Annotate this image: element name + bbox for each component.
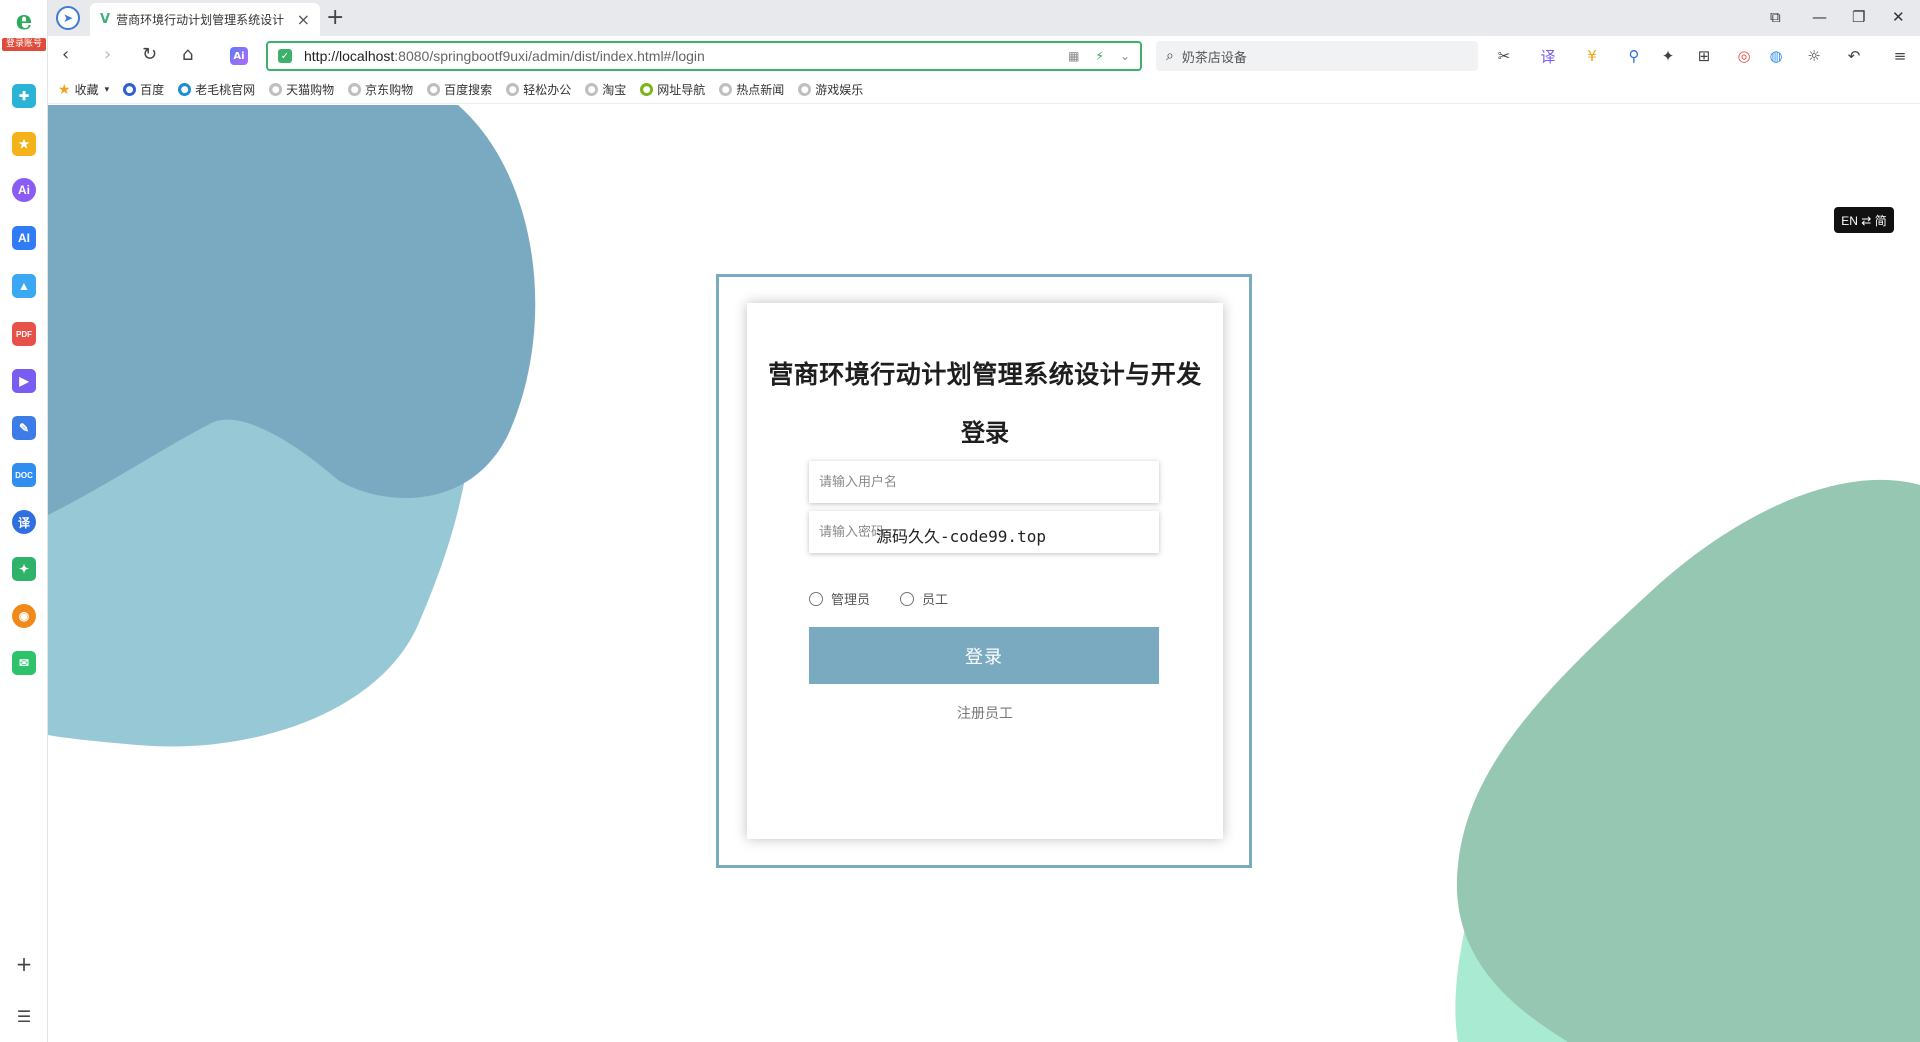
browser-menu-icon[interactable]: ≡ (1890, 46, 1910, 66)
radio-circle-icon (900, 591, 915, 606)
password-input[interactable] (809, 511, 1159, 553)
tab-title: 营商环境行动计划管理系统设计 (116, 13, 285, 27)
bookmark-favorites[interactable]: ★ 收藏 ▾ (58, 81, 109, 98)
new-tab-button[interactable]: + (326, 5, 344, 30)
baidu-icon: ● (123, 83, 137, 96)
address-toolbar: ‹ › ↻ ⌂ Ai ✓ http://localhost:8080/sprin… (48, 36, 1920, 76)
apps-grid-icon[interactable]: ⊞ (1694, 46, 1714, 66)
page-content: EN ⇄ 简 营商环境行动计划管理系统设计与开发 登录 源码久久-code99.… (48, 105, 1920, 1042)
theme-icon[interactable]: ☼ (1804, 46, 1824, 66)
sidebar-pdf-icon[interactable]: PDF (12, 322, 36, 346)
bookmark-item[interactable]: ● 百度搜索 (427, 81, 492, 98)
sidebar-video-icon[interactable]: ▶ (12, 369, 36, 393)
globe-icon: ● (269, 83, 283, 96)
speed-mode-icon[interactable]: ⚡ (1096, 49, 1104, 63)
globe-icon: ● (640, 83, 654, 96)
minimize-icon[interactable]: — (1812, 8, 1827, 26)
tab-close-icon[interactable]: × (297, 10, 310, 29)
globe-icon: ● (798, 83, 812, 96)
globe-icon: ● (585, 83, 599, 96)
tab-active[interactable]: V 营商环境行动计划管理系统设计 × (90, 3, 320, 36)
bookmark-item[interactable]: ● 热点新闻 (719, 81, 784, 98)
globe-icon: ● (506, 83, 520, 96)
sidebar-weibo-icon[interactable]: ◉ (12, 604, 36, 628)
bookmark-item[interactable]: ● 游戏娱乐 (798, 81, 863, 98)
system-title: 营商环境行动计划管理系统设计与开发 (768, 360, 1202, 389)
bookmark-item[interactable]: ● 天猫购物 (269, 81, 334, 98)
navigation-icon[interactable]: ➤ (56, 6, 80, 30)
undo-icon[interactable]: ↶ (1844, 46, 1864, 66)
sidebar-add-app-icon[interactable]: ✚ (12, 84, 36, 108)
sidebar-ai-icon[interactable]: Ai (12, 178, 36, 202)
login-button[interactable]: 登录 (809, 627, 1159, 684)
globe-icon: ● (427, 83, 441, 96)
browser-logo-icon: e (15, 6, 33, 36)
login-card: 营商环境行动计划管理系统设计与开发 登录 源码久久-code99.top 管理员… (747, 303, 1223, 839)
sidebar-doc-icon[interactable]: DOC (12, 463, 36, 487)
back-icon[interactable]: ‹ (62, 44, 69, 65)
restore-icon[interactable]: ❐ (1852, 8, 1865, 26)
bookmark-item[interactable]: ● 轻松办公 (506, 81, 571, 98)
globe-icon: ● (348, 83, 362, 96)
forward-icon[interactable]: › (104, 44, 111, 65)
username-input[interactable] (809, 461, 1159, 503)
chrome-ext-icon[interactable]: ◎ (1734, 46, 1754, 66)
title-bar: ➤ V 营商环境行动计划管理系统设计 × + ⧉ — ❐ ✕ (48, 0, 1920, 36)
sidebar-add-icon[interactable]: + (12, 952, 36, 976)
url-text[interactable]: http://localhost:8080/springbootf9uxi/ad… (304, 48, 1068, 64)
blob-green (1456, 479, 1920, 1042)
sidebar-translate-icon[interactable]: 译 (12, 510, 36, 534)
qr-code-icon[interactable]: ▦ (1068, 49, 1079, 63)
register-staff-link[interactable]: 注册员工 (747, 703, 1223, 723)
bookmark-item[interactable]: ● 老毛桃官网 (178, 81, 255, 98)
pin-window-icon[interactable]: ⧉ (1770, 8, 1781, 26)
sidebar-mail-icon[interactable]: ✉ (12, 651, 36, 675)
ai-assistant-icon[interactable]: Ai (230, 47, 248, 65)
login-heading: 登录 (961, 419, 1009, 447)
sidebar-ai-writer-icon[interactable]: AI (12, 226, 36, 250)
search-bar[interactable]: ⌕ 奶茶店设备 (1156, 41, 1478, 71)
scissors-icon[interactable]: ✂ (1494, 46, 1514, 66)
login-account-badge[interactable]: 登录账号 (2, 38, 46, 51)
sidebar-menu-icon[interactable]: ☰ (12, 1004, 36, 1028)
vue-favicon-icon: V (100, 12, 111, 27)
globe-icon: ● (719, 83, 733, 96)
home-icon[interactable]: ⌂ (182, 44, 193, 65)
sidebar-favorites-icon[interactable]: ★ (12, 132, 36, 156)
edge-ext-icon[interactable]: ◍ (1766, 46, 1786, 66)
app-sidebar: e 登录账号 ✚ ★ Ai AI ▲ PDF ▶ ✎ DOC 译 ✦ ◉ ✉ +… (0, 0, 48, 1042)
radio-circle-icon (809, 591, 823, 606)
bookmarks-bar: ★ 收藏 ▾ ● 百度 ● 老毛桃官网 ● 天猫购物 ● 京东购物 ● 百度搜索 ● 轻松办公 … (48, 76, 1920, 104)
bookmark-item[interactable]: ● 百度 (123, 81, 164, 98)
language-toggle[interactable]: EN ⇄ 简 (1834, 207, 1894, 233)
zoom-ext-icon[interactable]: ⚲ (1624, 46, 1644, 66)
secure-shield-icon: ✓ (278, 49, 292, 63)
bookmark-item[interactable]: ● 京东购物 (348, 81, 413, 98)
search-icon: ⌕ (1166, 48, 1174, 64)
extensions-icon[interactable]: ✦ (1658, 46, 1678, 66)
star-icon: ★ (58, 81, 71, 98)
search-text: 奶茶店设备 (1181, 50, 1247, 66)
role-selector: 管理员 员工 (809, 589, 978, 608)
bookmark-item[interactable]: ● 网址导航 (640, 81, 705, 98)
sidebar-map-icon[interactable]: ✦ (12, 557, 36, 581)
url-dropdown-icon[interactable]: ⌄ (1120, 49, 1130, 63)
role-staff-radio[interactable]: 员工 (900, 589, 948, 608)
bookmark-item[interactable]: ● 淘宝 (585, 81, 626, 98)
sidebar-image-icon[interactable]: ▲ (12, 274, 36, 298)
close-window-icon[interactable]: ✕ (1892, 8, 1905, 26)
globe-icon: ● (178, 83, 192, 96)
refresh-icon[interactable]: ↻ (142, 44, 157, 65)
sidebar-notes-icon[interactable]: ✎ (12, 416, 36, 440)
browser-logo[interactable]: e 登录账号 (2, 6, 46, 58)
coupon-ext-icon[interactable]: ¥ (1582, 46, 1602, 66)
role-admin-radio[interactable]: 管理员 (809, 589, 870, 608)
address-bar[interactable]: ✓ http://localhost:8080/springbootf9uxi/… (266, 41, 1142, 71)
translate-ext-icon[interactable]: 译 (1538, 46, 1558, 66)
